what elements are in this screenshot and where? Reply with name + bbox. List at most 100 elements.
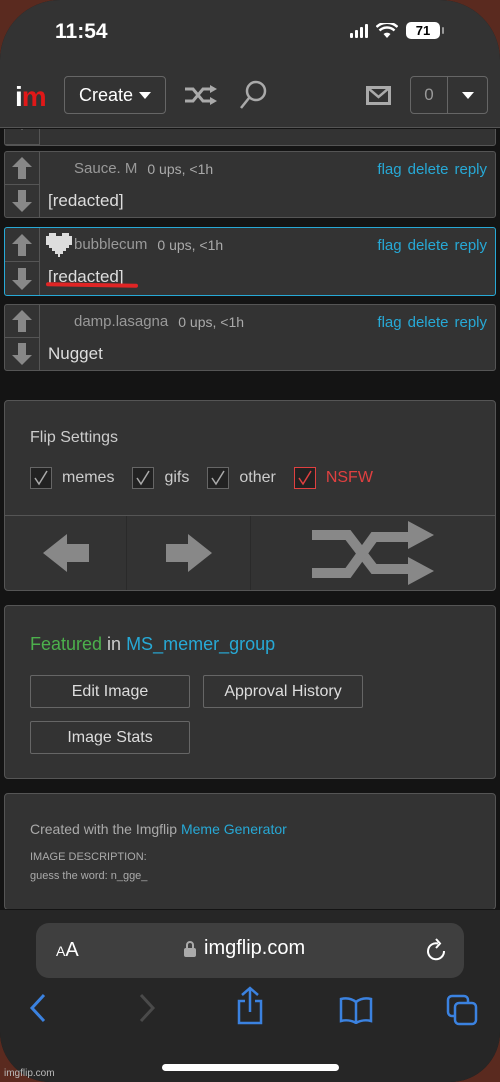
comment-meta: bubblecum 0 ups, <1h — [74, 236, 223, 253]
forward-icon[interactable] — [137, 992, 157, 1024]
caret-down-icon — [461, 91, 474, 99]
comment-item: damp.lasagna 0 ups, <1h flag delete repl… — [4, 304, 496, 371]
back-icon[interactable] — [28, 992, 48, 1024]
url-display[interactable]: imgflip.com — [184, 937, 305, 960]
arrow-down-icon — [21, 129, 23, 130]
meme-generator-link[interactable]: Meme Generator — [181, 821, 287, 837]
comment-username[interactable]: damp.lasagna — [74, 313, 168, 330]
wifi-icon — [376, 22, 398, 38]
comment-actions: flag delete reply — [377, 237, 487, 254]
comment-actions: flag delete reply — [377, 314, 487, 331]
tabs-icon[interactable] — [446, 994, 478, 1026]
status-time: 11:54 — [55, 20, 108, 43]
comment-meta: damp.lasagna 0 ups, <1h — [74, 313, 244, 330]
comment-body: damp.lasagna 0 ups, <1h flag delete repl… — [40, 305, 495, 370]
share-icon[interactable] — [236, 986, 264, 1026]
lock-icon — [184, 940, 196, 957]
other-checkbox[interactable] — [207, 467, 230, 489]
comment-item: Sauce. M 0 ups, <1h flag delete reply [r… — [4, 151, 496, 218]
bookmarks-icon[interactable] — [339, 996, 373, 1024]
arrow-left-icon — [42, 534, 89, 572]
imgflip-logo[interactable]: im — [15, 81, 47, 113]
comment-text: [redacted] — [48, 191, 124, 210]
upvote-button[interactable] — [5, 228, 39, 262]
gifs-checkbox[interactable] — [132, 467, 155, 489]
comment-stats: 0 ups, <1h — [157, 236, 224, 253]
memes-label[interactable]: memes — [62, 469, 114, 487]
delete-link[interactable]: delete — [408, 237, 449, 254]
shuffle-icon — [312, 521, 434, 585]
reply-link[interactable]: reply — [454, 161, 487, 178]
arrow-down-icon — [12, 190, 32, 212]
logo-i: i — [15, 81, 23, 112]
reply-link[interactable]: reply — [454, 314, 487, 331]
memes-checkbox[interactable] — [30, 467, 52, 489]
checkmark-icon — [298, 470, 312, 486]
home-indicator — [162, 1064, 339, 1071]
vote-column — [5, 129, 40, 145]
vote-column — [5, 305, 40, 370]
top-navigation: im Create 0 — [0, 68, 500, 128]
image-stats-button[interactable]: Image Stats — [30, 721, 190, 754]
approval-history-button[interactable]: Approval History — [203, 675, 363, 708]
nsfw-label[interactable]: NSFW — [326, 469, 373, 487]
flag-link[interactable]: flag — [377, 237, 401, 254]
arrow-up-icon — [12, 233, 32, 256]
group-link[interactable]: MS_memer_group — [126, 634, 275, 654]
create-dropdown-button[interactable]: Create — [64, 76, 166, 114]
phone-screen: 11:54 71 im Create 0 Sauce. M 0 ups, <1h… — [0, 0, 500, 1082]
previous-button[interactable] — [5, 516, 127, 590]
flag-link[interactable]: flag — [377, 314, 401, 331]
edit-image-button[interactable]: Edit Image — [30, 675, 190, 708]
notification-count[interactable]: 0 — [411, 77, 448, 113]
upvote-button[interactable] — [5, 305, 39, 338]
upvote-button[interactable] — [5, 152, 39, 185]
other-label[interactable]: other — [239, 469, 275, 487]
comment-actions: flag delete reply — [377, 161, 487, 178]
reader-text-size-button[interactable]: AA — [56, 939, 79, 962]
comment-body: bubblecum 0 ups, <1h flag delete reply [… — [40, 228, 495, 295]
imgflip-watermark: imgflip.com — [4, 1068, 55, 1079]
comment-username[interactable]: bubblecum — [74, 236, 147, 253]
notifications-dropdown[interactable]: 0 — [410, 76, 488, 114]
flip-settings-panel: Flip Settings memes gifs other NSFW — [4, 400, 496, 591]
search-icon[interactable] — [238, 79, 268, 111]
reply-link[interactable]: reply — [454, 237, 487, 254]
flip-navigation — [5, 515, 495, 590]
page-content: Sauce. M 0 ups, <1h flag delete reply [r… — [0, 129, 500, 909]
nsfw-checkbox[interactable] — [293, 467, 316, 489]
random-button[interactable] — [251, 516, 495, 590]
next-button[interactable] — [127, 516, 251, 590]
status-icons: 71 — [350, 22, 444, 39]
downvote-button[interactable] — [5, 262, 39, 295]
delete-link[interactable]: delete — [408, 314, 449, 331]
comment-username[interactable]: Sauce. M — [74, 160, 137, 177]
downvote-button[interactable] — [5, 185, 39, 217]
image-info-panel: Created with the Imgflip Meme Generator … — [4, 793, 496, 909]
shuffle-icon[interactable] — [183, 82, 219, 108]
comment-text: Nugget — [48, 344, 103, 363]
delete-link[interactable]: delete — [408, 161, 449, 178]
comment-stats: 0 ups, <1h — [147, 160, 214, 177]
pixel-heart-avatar-icon[interactable] — [46, 233, 72, 257]
notification-toggle[interactable] — [448, 77, 487, 113]
image-description-label: IMAGE DESCRIPTION: — [30, 851, 147, 863]
gifs-label[interactable]: gifs — [164, 469, 189, 487]
featured-in: in — [102, 634, 127, 654]
address-bar[interactable]: AA imgflip.com — [36, 923, 464, 978]
reload-icon[interactable] — [424, 937, 448, 963]
checkmark-icon — [136, 470, 151, 486]
image-description-text: guess the word: n_gge_ — [30, 870, 148, 882]
mail-icon[interactable] — [366, 86, 391, 105]
downvote-button[interactable] — [5, 129, 39, 145]
status-bar: 11:54 71 — [0, 0, 500, 68]
created-prefix: Created with the Imgflip — [30, 821, 181, 837]
cellular-signal-icon — [350, 23, 368, 38]
arrow-up-icon — [12, 310, 32, 332]
featured-panel: Featured in MS_memer_group Edit Image Ap… — [4, 605, 496, 779]
downvote-button[interactable] — [5, 338, 39, 370]
featured-label: Featured — [30, 634, 103, 654]
comment-meta: Sauce. M 0 ups, <1h — [74, 160, 213, 177]
checkmark-icon — [34, 470, 48, 486]
flag-link[interactable]: flag — [377, 161, 401, 178]
